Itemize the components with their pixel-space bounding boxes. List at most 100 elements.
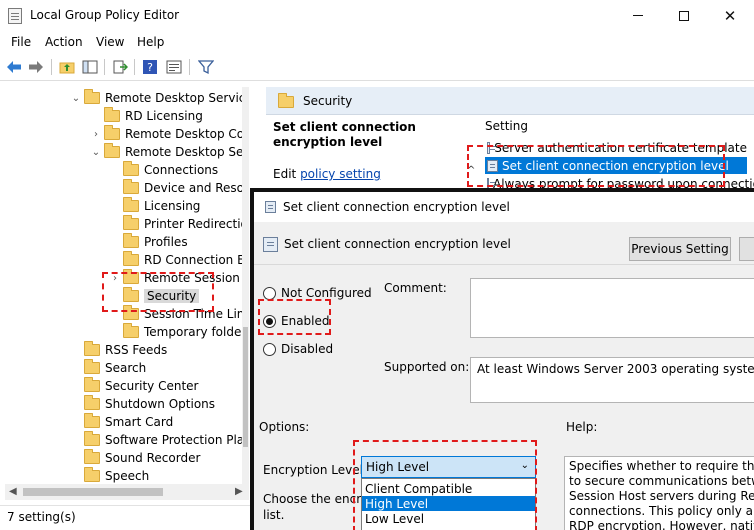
- tree-item[interactable]: ⌄ Remote Desktop Sessio: [90, 143, 248, 161]
- tree-item-label: Profiles: [144, 235, 188, 249]
- tree-item-label: Device and Resour: [144, 181, 248, 195]
- help-label: Help:: [566, 420, 598, 434]
- edit-policy-line: Edit policy setting: [273, 167, 381, 181]
- help-line: RDP encryption. However, native R: [569, 519, 754, 530]
- tree-item[interactable]: Shutdown Options: [70, 395, 215, 413]
- tree-item[interactable]: Printer Redirection: [109, 215, 248, 233]
- minimize-icon: [633, 15, 643, 16]
- folder-icon: [84, 359, 100, 374]
- option-client-compatible[interactable]: Client Compatible: [362, 481, 535, 496]
- chevron-right-icon[interactable]: ›: [90, 129, 102, 140]
- policy-tree[interactable]: ⌄ Remote Desktop Services RD Licensing › Rem…: [5, 87, 248, 485]
- forward-arrow-icon[interactable]: [27, 58, 45, 76]
- tree-item[interactable]: Smart Card: [70, 413, 173, 431]
- setting-column-header[interactable]: Setting: [485, 119, 528, 133]
- export-list-icon[interactable]: [111, 58, 129, 76]
- radio-dot: [263, 286, 276, 300]
- policy-setting-icon: [487, 159, 498, 172]
- policy-description-title: Set client connection encryption level: [273, 120, 416, 149]
- minimize-button[interactable]: [615, 0, 661, 31]
- back-arrow-icon[interactable]: [5, 58, 23, 76]
- help-icon[interactable]: ?: [141, 58, 159, 76]
- folder-icon: [84, 341, 100, 356]
- tree-item-label: Software Protection Platfo: [105, 433, 248, 447]
- encryption-level-dropdown: Client Compatible High Level Low Level: [361, 478, 536, 530]
- tree-item[interactable]: Temporary folders: [109, 323, 248, 341]
- tree-item[interactable]: RSS Feeds: [70, 341, 167, 359]
- list-item[interactable]: Server authentication certificate templa…: [485, 139, 747, 156]
- menu-file[interactable]: File: [11, 35, 31, 49]
- radio-label: Not Configured: [281, 286, 372, 300]
- tree-item-label: Session Time Limit: [144, 307, 248, 321]
- select-value: High Level: [366, 460, 430, 474]
- tree-item[interactable]: Software Protection Platfo: [70, 431, 248, 449]
- option-low-level[interactable]: Low Level: [362, 511, 535, 526]
- folder-icon: [123, 287, 139, 302]
- chevron-down-icon[interactable]: ⌄: [70, 93, 82, 104]
- tree-item-label: RD Licensing: [125, 109, 203, 123]
- encryption-level-select[interactable]: High Level ⌄: [361, 456, 536, 478]
- tree-item[interactable]: Sound Recorder: [70, 449, 200, 467]
- options-label: Options:: [259, 420, 310, 434]
- properties-icon[interactable]: [165, 58, 183, 76]
- help-line: Session Host servers during Remote: [569, 489, 754, 503]
- previous-setting-button[interactable]: Previous Setting: [629, 237, 731, 261]
- folder-icon: [104, 107, 120, 122]
- tree-item[interactable]: RD Licensing: [90, 107, 203, 125]
- show-hide-tree-icon[interactable]: [81, 58, 99, 76]
- scroll-right-icon[interactable]: ▶: [235, 486, 243, 497]
- tree-horizontal-scrollbar[interactable]: ◀ ▶: [5, 484, 249, 500]
- tree-item[interactable]: Security Center: [70, 377, 198, 395]
- tree-item-label: RSS Feeds: [105, 343, 168, 357]
- tree-item[interactable]: Connections: [109, 161, 218, 179]
- tree-item[interactable]: Device and Resour: [109, 179, 248, 197]
- maximize-button[interactable]: [661, 0, 707, 31]
- policy-setting-icon: [263, 237, 278, 252]
- chevron-down-icon: ⌄: [520, 460, 529, 471]
- tree-item[interactable]: RD Connection Bro: [109, 251, 248, 269]
- radio-not-configured[interactable]: Not Configured: [263, 285, 372, 301]
- chevron-down-icon[interactable]: ⌄: [90, 147, 102, 158]
- menu-view[interactable]: View: [96, 35, 124, 49]
- folder-icon: [84, 413, 100, 428]
- tree-item[interactable]: › Remote Desktop Conn: [90, 125, 248, 143]
- filter-icon[interactable]: [197, 58, 215, 76]
- radio-enabled[interactable]: Enabled: [263, 313, 330, 329]
- list-item-selected[interactable]: Set client connection encryption level: [485, 157, 747, 174]
- scroll-left-icon[interactable]: ◀: [9, 486, 17, 497]
- tree-item-label: Remote Session En: [144, 271, 248, 285]
- edit-policy-setting-link[interactable]: policy setting: [300, 167, 381, 181]
- folder-icon: [84, 395, 100, 410]
- tree-item[interactable]: Session Time Limit: [109, 305, 248, 323]
- dialog-title: Set client connection encryption level: [283, 200, 510, 214]
- choose-label-2: list.: [263, 508, 285, 522]
- folder-up-icon[interactable]: [58, 58, 76, 76]
- menu-action[interactable]: Action: [45, 35, 83, 49]
- chevron-right-icon[interactable]: ›: [109, 273, 121, 284]
- tree-item-label: Printer Redirection: [144, 217, 248, 231]
- folder-icon: [123, 323, 139, 338]
- radio-disabled[interactable]: Disabled: [263, 341, 333, 357]
- tree-vertical-scrollbar[interactable]: [242, 87, 249, 485]
- tree-item[interactable]: Security: [109, 287, 200, 305]
- close-button[interactable]: ✕: [707, 0, 753, 31]
- tree-item[interactable]: ⌄ Remote Desktop Services: [70, 89, 248, 107]
- tree-item[interactable]: Licensing: [109, 197, 200, 215]
- tree-item[interactable]: Profiles: [109, 233, 188, 251]
- next-setting-button[interactable]: [739, 237, 754, 261]
- option-high-level[interactable]: High Level: [362, 496, 535, 511]
- folder-icon: [123, 197, 139, 212]
- folder-icon: [84, 431, 100, 446]
- tree-item[interactable]: › Remote Session En: [109, 269, 248, 287]
- radio-dot: [263, 314, 276, 328]
- edit-prefix: Edit: [273, 167, 301, 181]
- comment-textarea[interactable]: [470, 278, 754, 338]
- tree-item-label: RD Connection Bro: [144, 253, 248, 267]
- tree-item[interactable]: Speech: [70, 467, 149, 485]
- menu-help[interactable]: Help: [137, 35, 164, 49]
- folder-icon: [123, 233, 139, 248]
- tree-item[interactable]: Search: [70, 359, 146, 377]
- folder-icon: [104, 143, 120, 158]
- section-title: Security: [303, 94, 353, 108]
- folder-icon: [104, 125, 120, 140]
